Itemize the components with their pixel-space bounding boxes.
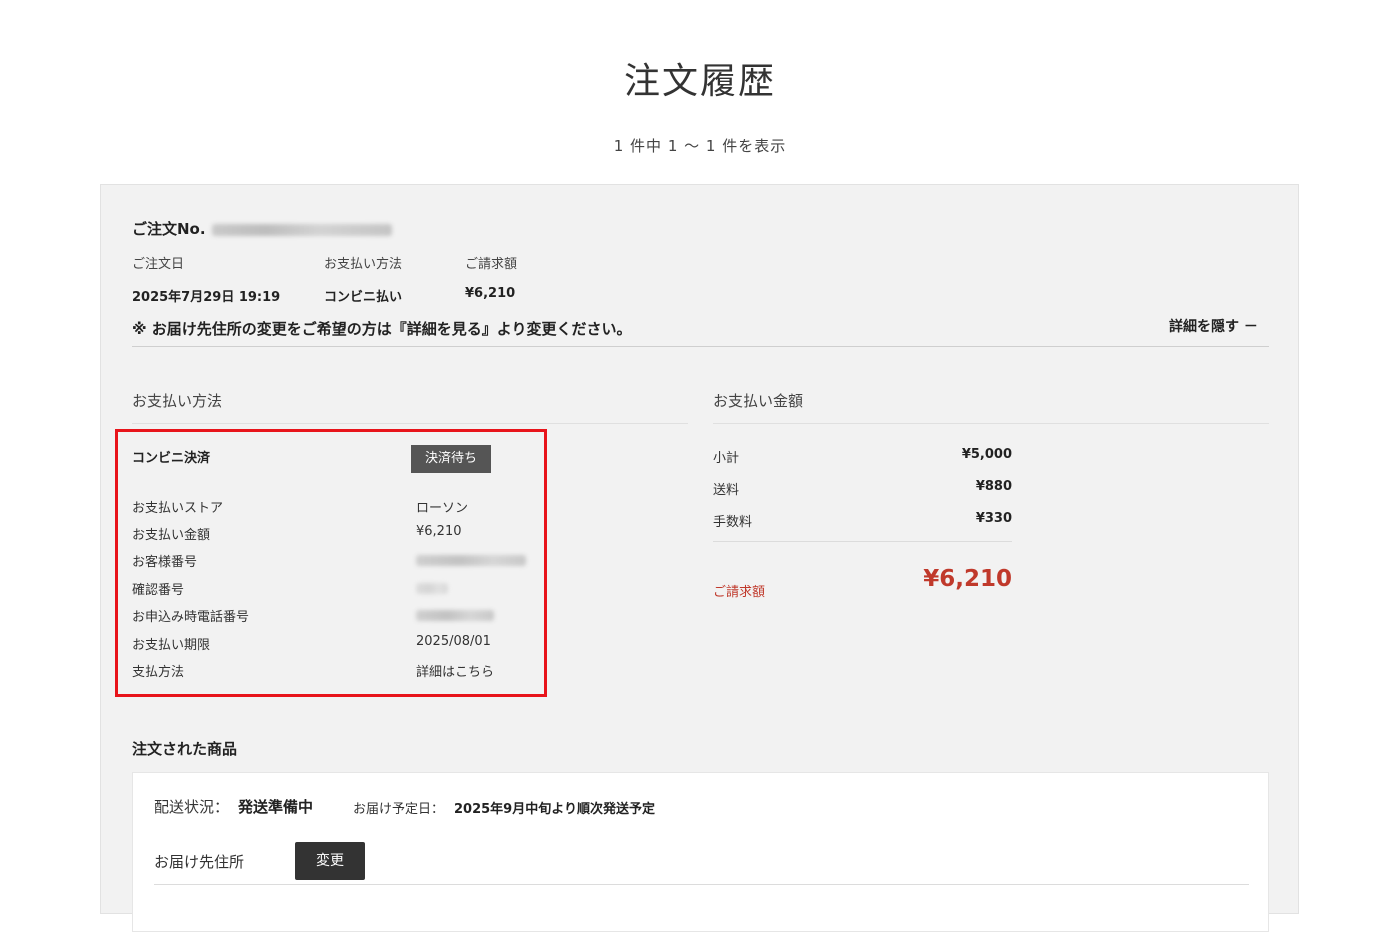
payment-details-link[interactable]: 詳細はこちら bbox=[416, 661, 494, 680]
address-change-notice: ※ お届け先住所の変更をご希望の方は『詳細を見る』より変更ください。 bbox=[132, 320, 632, 338]
shipping-address-label: お届け先住所 bbox=[154, 853, 245, 871]
customer-number-redacted bbox=[416, 555, 526, 566]
subtotal-value: ¥5,000 bbox=[961, 447, 1012, 462]
hide-details-toggle[interactable]: 詳細を隠す － bbox=[1169, 316, 1258, 336]
payment-row-value: 2025/08/01 bbox=[416, 634, 491, 649]
result-count: 1 件中 1 〜 1 件を表示 bbox=[613, 137, 787, 155]
payment-row-label: 確認番号 bbox=[132, 583, 185, 598]
delivery-status-label: 配送状況： bbox=[154, 798, 230, 816]
order-bill-value: ¥6,210 bbox=[465, 286, 516, 301]
goods-divider bbox=[154, 884, 1249, 885]
payment-type: コンビニ決済 bbox=[132, 451, 211, 466]
order-number: ご注文No. bbox=[132, 218, 392, 239]
order-method-label: お支払い方法 bbox=[324, 257, 403, 272]
payment-row-label: お支払いストア bbox=[132, 501, 224, 516]
shipping-label: 送料 bbox=[713, 483, 740, 498]
amount-divider bbox=[713, 423, 1269, 424]
subtotal-label: 小計 bbox=[713, 451, 740, 466]
ordered-goods-heading: 注文された商品 bbox=[132, 740, 238, 758]
payment-method-heading: お支払い方法 bbox=[132, 392, 223, 410]
order-method-value: コンビニ払い bbox=[324, 290, 403, 305]
amount-heading: お支払い金額 bbox=[713, 392, 804, 410]
fee-label: 手数料 bbox=[713, 515, 753, 530]
payment-divider bbox=[132, 423, 688, 424]
order-number-label: ご注文No. bbox=[132, 220, 206, 238]
page-title: 注文履歴 bbox=[623, 61, 776, 102]
delivery-date-value: 2025年9月中旬より順次発送予定 bbox=[454, 802, 655, 817]
order-date-value: 2025年7月29日 19:19 bbox=[132, 290, 281, 305]
payment-row-label: お支払い期限 bbox=[132, 638, 211, 653]
header-divider bbox=[132, 346, 1269, 347]
payment-row-label: 支払方法 bbox=[132, 665, 185, 680]
bill-total-value: ¥6,210 bbox=[923, 566, 1012, 592]
order-bill-label: ご請求額 bbox=[465, 257, 518, 272]
order-number-redacted bbox=[211, 223, 392, 236]
fee-value: ¥330 bbox=[975, 511, 1012, 526]
payment-row-label: お支払い金額 bbox=[132, 528, 211, 543]
confirmation-number-redacted bbox=[416, 583, 448, 594]
order-date-label: ご注文日 bbox=[132, 257, 185, 272]
payment-status-badge: 決済待ち bbox=[411, 445, 491, 473]
bill-total-label: ご請求額 bbox=[713, 585, 766, 600]
delivery-date-label: お届け予定日： bbox=[353, 802, 445, 817]
payment-row-label: お客様番号 bbox=[132, 555, 198, 570]
payment-row-value: ローソン bbox=[416, 501, 469, 516]
change-address-button[interactable]: 変更 bbox=[295, 842, 365, 880]
payment-row-value: ¥6,210 bbox=[416, 524, 462, 539]
amount-total-divider bbox=[713, 541, 1012, 542]
shipping-value: ¥880 bbox=[975, 479, 1012, 494]
delivery-status-value: 発送準備中 bbox=[238, 798, 314, 816]
order-panel: ご注文No. ご注文日 お支払い方法 ご請求額 2025年7月29日 19:19… bbox=[100, 184, 1299, 932]
ordered-goods-box: 配送状況： 発送準備中 お届け予定日： 2025年9月中旬より順次発送予定 お届… bbox=[132, 772, 1269, 932]
phone-number-redacted bbox=[416, 610, 494, 621]
payment-row-label: お申込み時電話番号 bbox=[132, 610, 250, 625]
